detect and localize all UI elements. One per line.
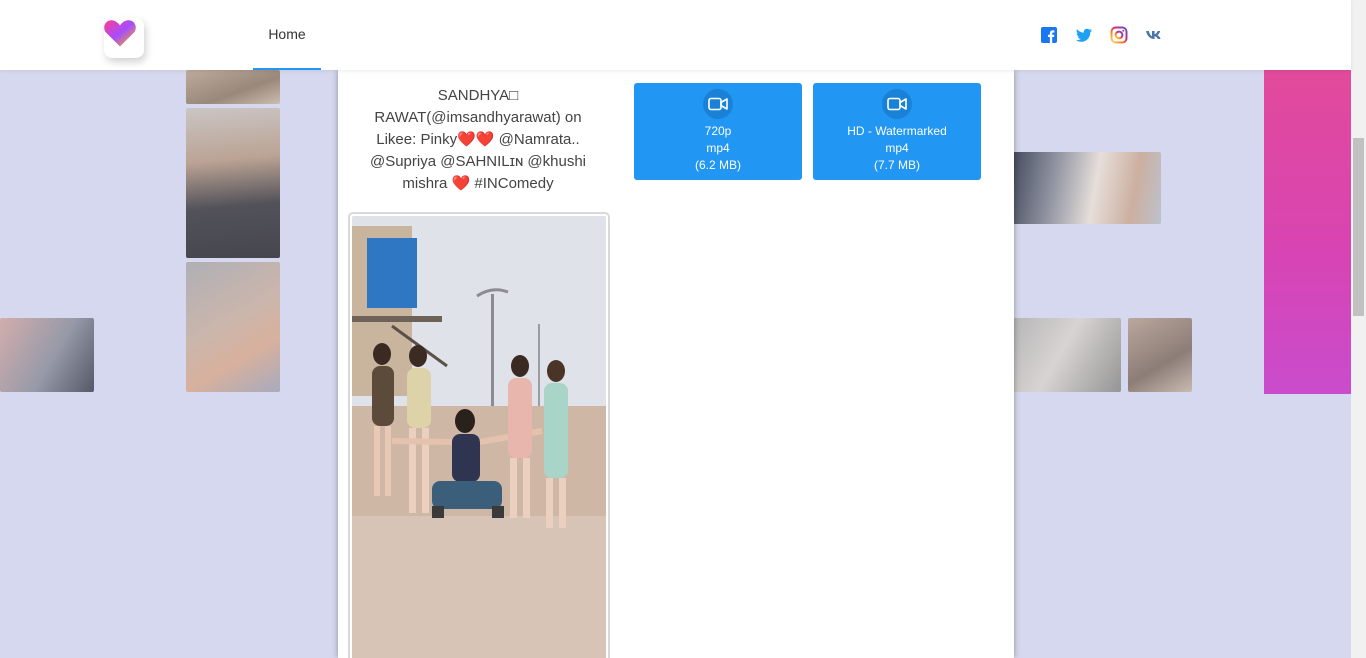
twitter-icon[interactable] [1075,26,1093,44]
beach-group-photo [352,216,606,658]
download-format: mp4 [706,141,730,155]
facebook-icon[interactable] [1040,26,1058,44]
content-panel: SANDHYA□ RAWAT(@imsandhyarawat) on Likee… [338,70,1014,658]
site-header: Home [0,0,1351,70]
heart-logo-icon [104,20,136,47]
video-thumbnail [352,216,606,658]
instagram-icon[interactable] [1110,26,1128,44]
download-size: (7.7 MB) [873,158,920,172]
background-photo [186,70,280,104]
video-thumbnail-frame[interactable] [348,212,610,658]
video-camera-icon [882,89,912,119]
likee-logo[interactable] [104,18,144,58]
download-quality: HD - Watermarked [847,124,947,138]
download-format: mp4 [885,141,909,155]
background-photo [1013,318,1121,392]
video-camera-icon [703,89,733,119]
background-gradient-block [1264,70,1351,394]
background-photo [0,318,94,392]
download-hd-watermarked-button[interactable]: HD - Watermarked mp4 (7.7 MB) [813,83,981,180]
download-quality: 720p [704,124,732,138]
nav-home-label: Home [268,26,306,42]
background-photo [1013,152,1161,224]
download-720p-button[interactable]: 720p mp4 (6.2 MB) [634,83,802,180]
nav-home-link[interactable]: Home [253,0,321,70]
background-photo [1128,318,1192,392]
page-scrollbar[interactable] [1351,0,1366,658]
download-size: (6.2 MB) [694,158,741,172]
vk-icon[interactable] [1145,26,1163,44]
scrollbar-thumb[interactable] [1353,138,1364,316]
background-photo [186,262,280,392]
background-photo [186,108,280,258]
video-caption: SANDHYA□ RAWAT(@imsandhyarawat) on Likee… [369,87,587,192]
social-links [1040,26,1163,44]
